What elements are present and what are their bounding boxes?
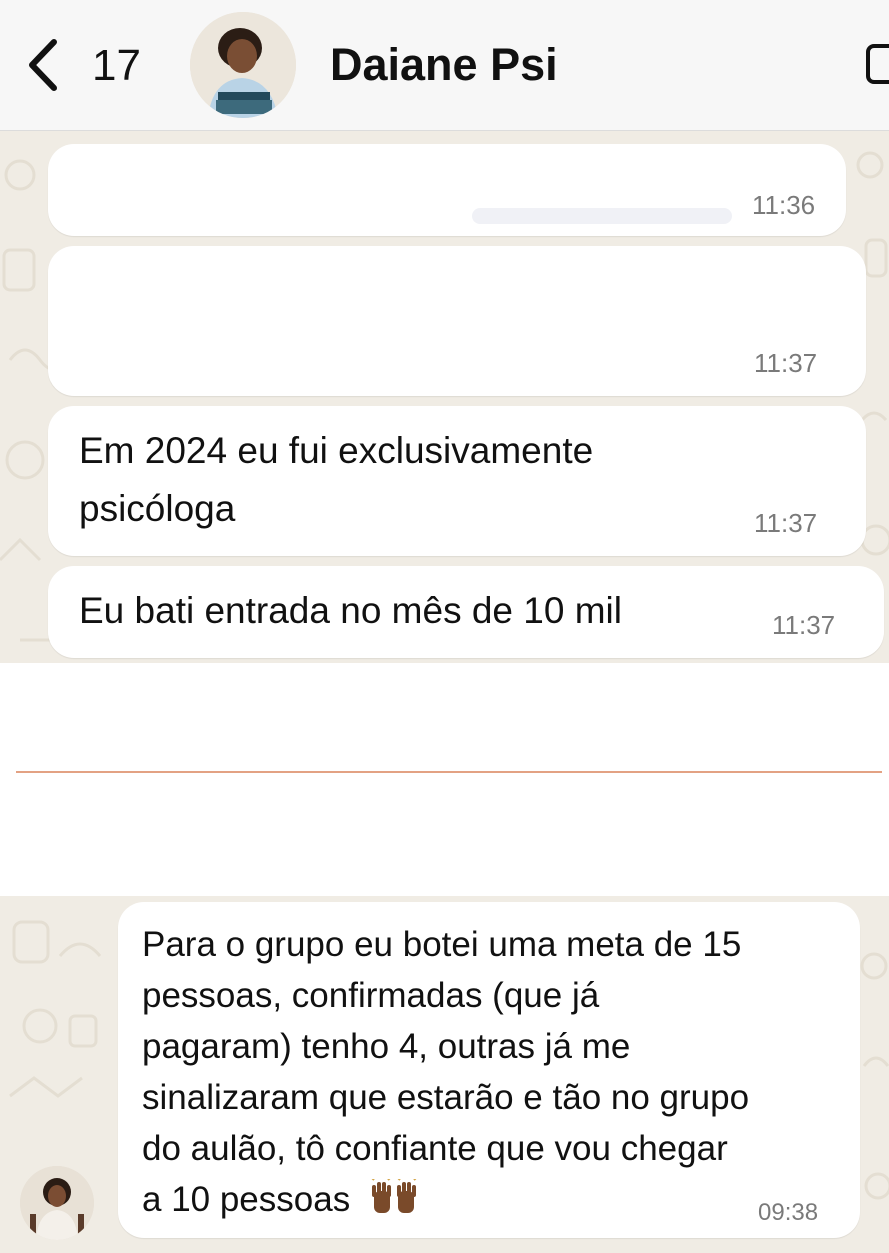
message-bubble[interactable]: Em 2024 eu fui exclusivamente psicóloga … <box>48 406 866 556</box>
message-text-line: pagaram) tenho 4, outras já me <box>142 1027 631 1066</box>
raising-hands-emoji-icon <box>371 1176 417 1213</box>
avatar-photo-icon <box>190 12 296 118</box>
message-bubble[interactable]: Eu bati entrada no mês de 10 mil 11:37 <box>48 566 884 658</box>
message-text-line: Em 2024 eu fui exclusivamente <box>79 430 594 471</box>
unread-count[interactable]: 17 <box>92 40 141 92</box>
message-text-line: pessoas, confirmadas (que já <box>142 976 600 1015</box>
message-time: 11:37 <box>754 508 818 538</box>
message-bubble[interactable]: Para o grupo eu botei uma meta de 15 pes… <box>118 902 860 1238</box>
message-time: 11:37 <box>754 348 818 378</box>
message-text-line: do aulão, tô confiante que vou chegar <box>142 1129 728 1168</box>
message-text-line: sinalizaram que estarão e tão no grupo <box>142 1078 750 1117</box>
message-time: 11:37 <box>772 610 836 640</box>
back-chevron-icon[interactable] <box>22 38 66 92</box>
chat-screenshot-bottom: Para o grupo eu botei uma meta de 15 pes… <box>0 896 889 1253</box>
message-time: 09:38 <box>758 1199 819 1226</box>
message-text-line: Para o grupo eu botei uma meta de 15 <box>142 925 742 964</box>
sender-avatar[interactable] <box>20 1166 94 1240</box>
message-text: Em 2024 eu fui exclusivamente psicóloga <box>79 422 593 538</box>
message-text-line: psicóloga <box>79 488 236 529</box>
contact-avatar[interactable] <box>190 12 296 118</box>
message-text-segment: a 10 pessoas <box>142 1180 351 1219</box>
chat-screenshot-top: 17 Daiane Psi 11:36 11:37 Em 2024 eu fui… <box>0 0 889 663</box>
message-text-line: a 10 pessoas <box>142 1174 749 1225</box>
avatar-photo-icon <box>20 1166 94 1240</box>
video-call-icon[interactable] <box>864 40 889 88</box>
message-time: 11:36 <box>752 190 816 220</box>
redaction-mark <box>472 208 732 224</box>
message-text: Para o grupo eu botei uma meta de 15 pes… <box>142 919 749 1225</box>
message-bubble[interactable]: 11:37 <box>48 246 866 396</box>
message-text: Eu bati entrada no mês de 10 mil <box>79 590 622 631</box>
chat-header: 17 Daiane Psi <box>0 0 889 131</box>
section-divider <box>16 771 882 773</box>
contact-name[interactable]: Daiane Psi <box>330 38 558 92</box>
